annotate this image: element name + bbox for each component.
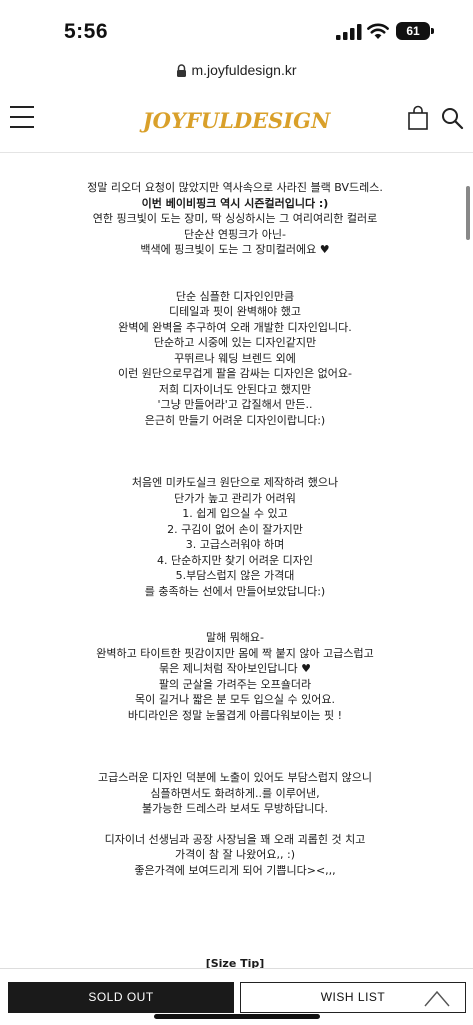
description-line: 디테일과 핏이 완벽해야 했고 <box>169 305 301 318</box>
description-line: 이번 베이비핑크 역시 시즌컬러입니다 :) <box>141 196 329 210</box>
description-paragraph: 고급스러운 디자인 덕분에 노출이 있어도 부담스럽지 않으니심플하면서도 화려… <box>20 770 450 817</box>
sold-out-button[interactable]: SOLD OUT <box>8 982 234 1013</box>
description-line: 가격이 참 잘 나왔어요,, :) <box>174 848 296 861</box>
description-line: 완벽에 완벽을 추구하여 오래 개발한 디자인입니다. <box>118 320 352 334</box>
description-line: 완벽하고 타이트한 핏감이지만 몸에 짝 붙지 않아 고급스럽고 <box>96 646 374 660</box>
description-line: 5.부담스럽지 않은 가격대 <box>175 569 295 582</box>
description-line: 를 충족하는 선에서 만들어보았답니다:) <box>144 584 326 598</box>
description-line: 심플하면서도 화려하게..를 이루어낸, <box>150 786 320 800</box>
description-line: 목이 길거나 짧은 분 모두 입으실 수 있어요. <box>134 693 335 706</box>
address-bar[interactable]: m.joyfuldesign.kr <box>0 62 473 84</box>
description-line: 단가가 높고 관리가 어려워 <box>174 491 296 505</box>
description-line: 말해 뭐해요- <box>205 631 265 644</box>
description-line: 은근히 만들기 어려운 디자인이랍니다:) <box>144 413 326 427</box>
page-scrollbar[interactable] <box>466 186 470 240</box>
description-line: 정말 리오더 요청이 많았지만 역사속으로 사라진 블랙 BV드레스. <box>87 181 383 194</box>
description-line: 꾸뛰르나 웨딩 브렌드 외에 <box>174 351 296 365</box>
description-paragraph: 말해 뭐해요- 완벽하고 타이트한 핏감이지만 몸에 짝 붙지 않아 고급스럽고묶… <box>20 630 450 723</box>
battery-nub <box>431 28 434 34</box>
description-line: 백색에 핑크빛이 도는 그 장미컬러에요 ♥ <box>140 243 330 256</box>
url-text: m.joyfuldesign.kr <box>191 62 297 78</box>
description-line: 처음엔 미카도실크 원단으로 제작하려 했으나 <box>131 476 339 489</box>
battery-indicator: 61 <box>396 22 430 40</box>
description-line: 묶은 제니처럼 작아보인답니다 ♥ <box>159 662 311 675</box>
scroll-top-icon[interactable] <box>424 989 450 1007</box>
description-line: 저희 디자이너도 안된다고 했지만 <box>158 382 312 396</box>
shopping-bag-icon[interactable] <box>407 105 429 131</box>
wifi-icon <box>367 23 389 39</box>
home-indicator <box>154 1014 320 1019</box>
lock-icon <box>177 64 187 77</box>
product-description: 정말 리오더 요청이 많았지만 역사속으로 사라진 블랙 BV드레스. 이번 베이… <box>20 180 450 1018</box>
description-line: 고급스러운 디자인 덕분에 노출이 있어도 부담스럽지 않으니 <box>98 771 372 784</box>
description-line: 단순산 연핑크가 아닌- <box>183 227 287 241</box>
search-icon[interactable] <box>440 106 464 130</box>
description-line: 불가능한 드레스라 보셔도 무방하답니다. <box>141 802 329 815</box>
description-line: 2. 구김이 없어 손이 잘가지만 <box>167 522 303 536</box>
site-logo[interactable]: JOYFULDESIGN <box>0 108 473 133</box>
description-paragraph: 단순 심플한 디자인인만큼디테일과 핏이 완벽해야 했고완벽에 완벽을 추구하여… <box>20 289 450 429</box>
status-bar: 5:56 61 <box>0 0 473 58</box>
description-paragraph: 처음엔 미카도실크 원단으로 제작하려 했으나단가가 높고 관리가 어려워 1. … <box>20 475 450 599</box>
description-line: 좋은가격에 보여드리게 되어 기쁩니다><,,, <box>134 863 336 877</box>
description-line: 디자이너 선생님과 공장 사장님을 꽤 오래 괴롭힌 것 치고 <box>104 832 366 846</box>
description-paragraph: 정말 리오더 요청이 많았지만 역사속으로 사라진 블랙 BV드레스. 이번 베이… <box>20 180 450 258</box>
cellular-signal-icon <box>336 24 362 40</box>
description-line: 단순 심플한 디자인인만큼 <box>175 289 295 303</box>
site-header: JOYFULDESIGN <box>0 92 473 153</box>
description-line: 1. 쉽게 입으실 수 있고 <box>182 507 288 520</box>
description-line: 연한 핑크빛이 도는 장미, 딱 싱싱하시는 그 여리여리한 컬러로 <box>92 212 378 225</box>
description-line: 팔의 군살을 가려주는 오프숄더라 <box>158 677 312 691</box>
description-paragraph: 디자이너 선생님과 공장 사장님을 꽤 오래 괴롭힌 것 치고가격이 참 잘 나… <box>20 832 450 879</box>
description-line: 이런 원단으로무겁게 팔을 감싸는 디자인은 없어요- <box>118 367 352 380</box>
status-time: 5:56 <box>64 20 109 43</box>
description-line: 바디라인은 정말 눈물겹게 아름다워보이는 핏 ! <box>127 708 343 722</box>
description-line: 4. 단순하지만 찾기 어려운 디자인 <box>156 553 314 567</box>
description-line: 단순하고 시중에 있는 디자인같지만 <box>153 336 317 349</box>
description-line: '그냥 만들어라'고 갑질해서 만든.. <box>157 398 313 411</box>
description-line: 3. 고급스러워야 하며 <box>185 538 285 551</box>
